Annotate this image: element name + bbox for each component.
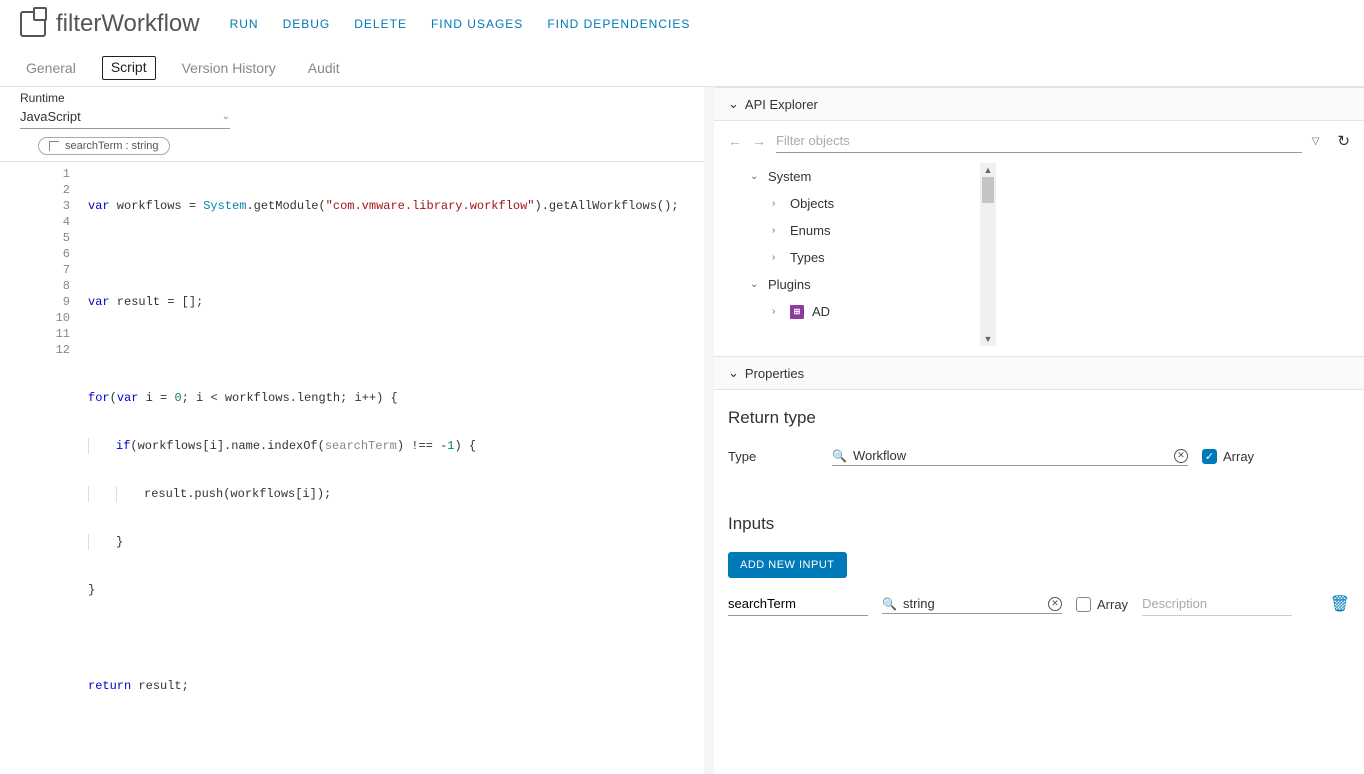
array-checkbox[interactable]: ✓: [1202, 449, 1217, 464]
tree-node-plugins[interactable]: ⌄Plugins: [750, 271, 980, 298]
add-new-input-button[interactable]: ADD NEW INPUT: [728, 552, 847, 578]
runtime-label: Runtime: [20, 91, 684, 105]
filter-dropdown-icon[interactable]: ▽: [1312, 136, 1320, 147]
runtime-select[interactable]: JavaScript ⌄: [20, 105, 230, 129]
param-chip-searchterm[interactable]: searchTerm : string: [38, 137, 170, 155]
input-array-checkbox-wrap[interactable]: Array: [1076, 597, 1128, 612]
chevron-right-icon: ›: [772, 225, 782, 236]
nav-back-icon: ←: [728, 133, 742, 149]
return-type-heading: Return type: [728, 408, 1350, 428]
chevron-down-icon: ⌄: [728, 365, 739, 381]
array-label: Array: [1223, 449, 1254, 464]
scroll-up-icon[interactable]: ▲: [980, 163, 996, 177]
tree-node-system[interactable]: ⌄System: [750, 163, 980, 190]
workflow-icon: [20, 11, 46, 37]
scroll-down-icon[interactable]: ▼: [980, 332, 996, 346]
tab-audit[interactable]: Audit: [302, 56, 346, 86]
chevron-right-icon: ›: [772, 306, 782, 317]
chevron-right-icon: ›: [772, 252, 782, 263]
inputs-heading: Inputs: [728, 514, 1350, 534]
tab-general[interactable]: General: [20, 56, 82, 86]
line-gutter: 123456789101112: [0, 162, 78, 774]
tree-scrollbar[interactable]: ▲ ▼: [980, 163, 996, 346]
api-explorer-header[interactable]: ⌄ API Explorer: [714, 87, 1364, 121]
param-input-icon: [49, 141, 59, 151]
tree-node-objects[interactable]: ›Objects: [750, 190, 980, 217]
run-button[interactable]: RUN: [230, 17, 259, 31]
return-type-value: Workflow: [853, 448, 1168, 463]
search-icon: 🔍: [882, 597, 897, 611]
properties-header[interactable]: ⌄ Properties: [714, 356, 1364, 390]
tree-node-types[interactable]: ›Types: [750, 244, 980, 271]
debug-button[interactable]: DEBUG: [283, 17, 331, 31]
array-checkbox-wrap[interactable]: ✓ Array: [1202, 449, 1254, 464]
input-row-searchterm: 🔍 string ✕ Array 🗑: [728, 592, 1350, 616]
chevron-right-icon: ›: [772, 198, 782, 209]
scrollbar-thumb[interactable]: [982, 177, 994, 203]
delete-button[interactable]: DELETE: [354, 17, 407, 31]
page-title: filterWorkflow: [56, 10, 200, 38]
code-editor[interactable]: 123456789101112 var workflows = System.g…: [0, 161, 704, 774]
input-array-checkbox[interactable]: [1076, 597, 1091, 612]
input-name-field[interactable]: [728, 592, 868, 616]
search-icon: 🔍: [832, 449, 847, 463]
refresh-icon[interactable]: ↻: [1337, 132, 1350, 150]
return-type-picker[interactable]: 🔍 Workflow ✕: [832, 446, 1188, 466]
tab-script[interactable]: Script: [102, 56, 156, 80]
tab-version-history[interactable]: Version History: [176, 56, 282, 86]
input-description-field[interactable]: [1142, 592, 1292, 616]
find-dependencies-button[interactable]: FIND DEPENDENCIES: [547, 17, 690, 31]
tree-node-ad[interactable]: ›⊞AD: [750, 298, 980, 325]
input-type-picker[interactable]: 🔍 string ✕: [882, 594, 1062, 614]
properties-title: Properties: [745, 366, 804, 381]
param-chip-label: searchTerm : string: [65, 140, 159, 152]
api-explorer-title: API Explorer: [745, 97, 818, 112]
input-type-value: string: [903, 596, 1042, 611]
clear-icon[interactable]: ✕: [1174, 449, 1188, 463]
chevron-down-icon: ⌄: [750, 171, 760, 182]
clear-icon[interactable]: ✕: [1048, 597, 1062, 611]
chevron-down-icon: ⌄: [222, 111, 230, 122]
runtime-value: JavaScript: [20, 109, 81, 124]
chevron-down-icon: ⌄: [750, 279, 760, 290]
nav-forward-icon: →: [752, 133, 766, 149]
tree-node-enums[interactable]: ›Enums: [750, 217, 980, 244]
find-usages-button[interactable]: FIND USAGES: [431, 17, 523, 31]
filter-objects-input[interactable]: [776, 129, 1302, 153]
chevron-down-icon: ⌄: [728, 96, 739, 112]
input-array-label: Array: [1097, 597, 1128, 612]
code-body[interactable]: var workflows = System.getModule("com.vm…: [78, 162, 704, 774]
plugin-icon: ⊞: [790, 305, 804, 319]
type-label: Type: [728, 449, 818, 464]
trash-icon[interactable]: 🗑: [1330, 594, 1350, 614]
